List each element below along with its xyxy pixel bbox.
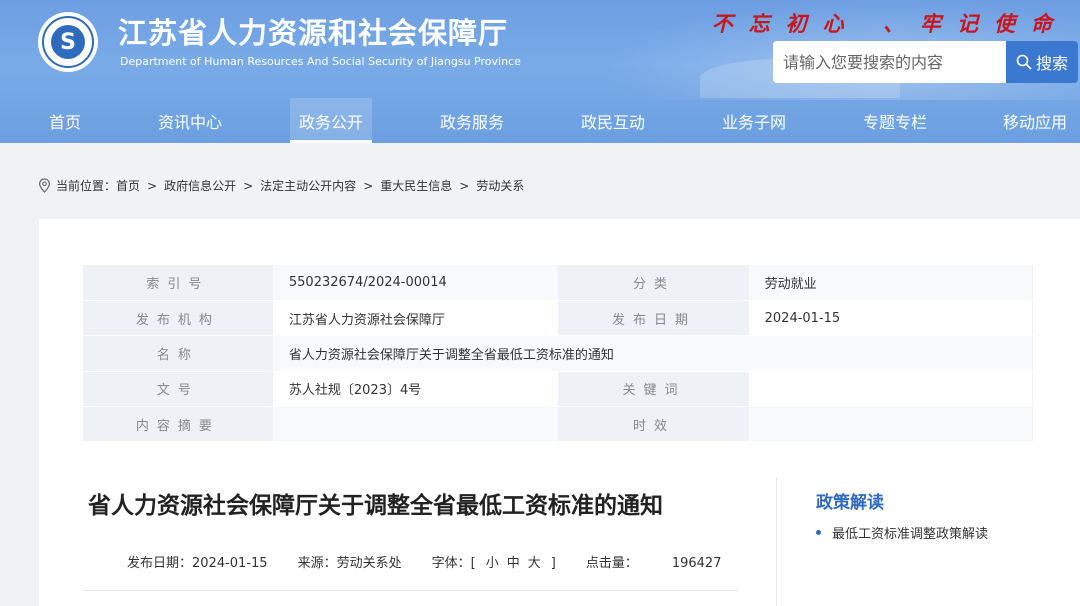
main-nav: 首页 资讯中心 政务公开 政务服务 政民互动 业务子网 专题专栏 移动应用 (0, 98, 1080, 143)
breadcrumb-prefix: 当前位置： (56, 179, 117, 193)
nav-item-gov-affairs[interactable]: 政务公开 (290, 98, 372, 143)
breadcrumb-item-home[interactable]: 首页 (116, 177, 140, 194)
article-divider (83, 590, 738, 591)
issuer-label: 发布机构 (83, 300, 273, 337)
sidebar-divider (776, 478, 777, 606)
breadcrumb-separator: > (459, 178, 470, 193)
article-date-label: 发布日期： (127, 556, 193, 571)
date-label: 发布日期 (558, 300, 749, 337)
breadcrumb-separator: > (243, 178, 254, 193)
search-button-label: 搜索 (1035, 54, 1068, 73)
location-pin-icon (38, 178, 51, 193)
category-label: 分类 (558, 265, 749, 301)
article-date: 发布日期：2024-01-15 (127, 552, 268, 571)
article-source-label: 来源： (297, 556, 337, 571)
index-label: 索引号 (83, 265, 273, 301)
bullet-dot-icon (816, 530, 821, 535)
breadcrumb-item-livelihood[interactable]: 重大民生信息 (380, 177, 452, 194)
name-value: 省人力资源社会保障厅关于调整全省最低工资标准的通知 (272, 335, 1033, 372)
table-row: 发布机构 江苏省人力资源社会保障厅 发布日期 2024-01-15 (83, 300, 1033, 337)
validity-value (748, 406, 1033, 443)
article-source-value: 劳动关系处 (336, 556, 402, 571)
breadcrumb-separator: > (147, 178, 158, 193)
breadcrumb-item-statutory[interactable]: 法定主动公开内容 (260, 177, 356, 194)
nav-item-mobile-apps[interactable]: 移动应用 (985, 98, 1080, 143)
nav-item-gov-services[interactable]: 政务服务 (422, 98, 522, 143)
index-value: 550232674/2024-00014 (272, 265, 560, 301)
site-logo[interactable]: S (38, 12, 98, 72)
slogan: 不忘初心 、牢记使命 (711, 11, 1068, 36)
font-size-bracket-close: ] (550, 556, 556, 571)
nav-item-special-topics[interactable]: 专题专栏 (845, 98, 945, 143)
font-size-bracket-open: [ (470, 556, 476, 571)
table-row: 名称 省人力资源社会保障厅关于调整全省最低工资标准的通知 (83, 335, 1033, 372)
issuer-value: 江苏省人力资源社会保障厅 (272, 300, 560, 337)
search-button[interactable]: 搜索 (1006, 41, 1078, 83)
table-row: 索引号 550232674/2024-00014 分类 劳动就业 (83, 265, 1033, 301)
docno-value: 苏人社规〔2023〕4号 (272, 371, 560, 408)
site-subtitle: Department of Human Resources And Social… (120, 55, 521, 68)
docno-label: 文号 (83, 371, 273, 408)
nav-item-home[interactable]: 首页 (20, 98, 110, 143)
summary-label: 内容摘要 (83, 406, 273, 443)
table-row: 内容摘要 时效 (83, 406, 1033, 443)
name-label: 名称 (83, 335, 273, 372)
validity-label: 时效 (558, 406, 749, 443)
breadcrumb-item-gov-info[interactable]: 政府信息公开 (164, 177, 236, 194)
summary-value (272, 406, 560, 443)
nav-item-business-subnet[interactable]: 业务子网 (704, 98, 804, 143)
font-size-small-button[interactable]: 小 (486, 556, 499, 571)
breadcrumb-item-labor[interactable]: 劳动关系 (476, 177, 524, 194)
font-size-large-button[interactable]: 大 (528, 556, 541, 571)
article-date-value: 2024-01-15 (192, 556, 268, 571)
sidebar-title: 政策解读 (816, 493, 884, 513)
article-title: 省人力资源社会保障厅关于调整全省最低工资标准的通知 (88, 493, 663, 519)
article-source: 来源：劳动关系处 (298, 552, 402, 571)
search-input[interactable] (773, 41, 1006, 83)
font-size-label: 字体： (431, 556, 471, 571)
site-title[interactable]: 江苏省人力资源和社会保障厅 (118, 10, 508, 52)
keywords-value (748, 371, 1033, 408)
date-value: 2024-01-15 (748, 300, 1033, 337)
article-clicks: 点击量： 196427 (586, 552, 722, 571)
category-value: 劳动就业 (748, 265, 1033, 301)
sidebar-item-policy-interpretation[interactable]: 最低工资标准调整政策解读 (816, 523, 988, 542)
logo-emblem-icon: S (51, 25, 85, 59)
nav-item-news[interactable]: 资讯中心 (140, 98, 240, 143)
table-row: 文号 苏人社规〔2023〕4号 关键词 (83, 371, 1033, 408)
article-clicks-label: 点击量： (585, 556, 638, 571)
article-clicks-value: 196427 (671, 556, 722, 571)
sidebar-item-label: 最低工资标准调整政策解读 (832, 527, 989, 542)
metadata-table: 索引号 550232674/2024-00014 分类 劳动就业 发布机构 江苏… (83, 265, 1033, 443)
search-icon (1016, 54, 1032, 70)
site-header: S 江苏省人力资源和社会保障厅 Department of Human Reso… (0, 0, 1080, 143)
breadcrumb: 当前位置： 首页 > 政府信息公开 > 法定主动公开内容 > 重大民生信息 > … (38, 177, 524, 194)
logo-ring: S (42, 16, 94, 68)
nav-item-interaction[interactable]: 政民互动 (563, 98, 663, 143)
keywords-label: 关键词 (558, 371, 749, 408)
article-info-bar: 发布日期：2024-01-15 来源：劳动关系处 字体：[ 小中大] 点击量： 19… (127, 552, 751, 571)
breadcrumb-separator: > (363, 178, 374, 193)
font-size-medium-button[interactable]: 中 (507, 556, 520, 571)
font-size-control: 字体：[ 小中大] (432, 552, 556, 571)
